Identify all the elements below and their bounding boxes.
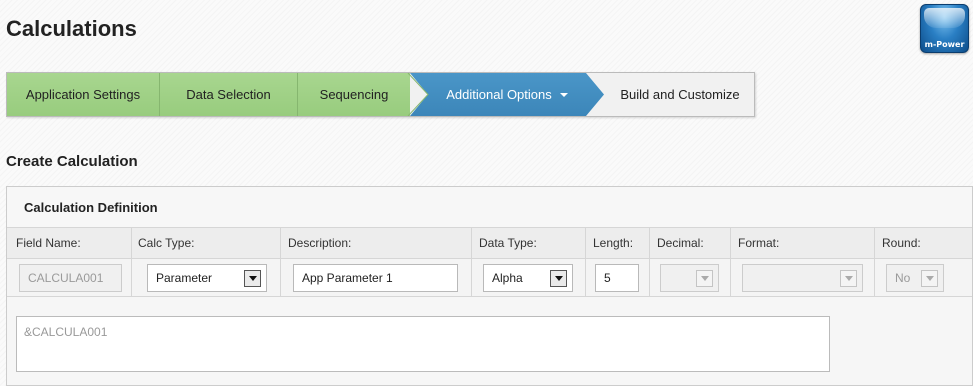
logo-text: m-Power (924, 40, 965, 49)
chevron-down-icon[interactable] (921, 270, 938, 287)
length-value: 5 (604, 271, 611, 285)
calc-type-label: Calc Type: (138, 236, 195, 250)
page-title: Calculations (6, 16, 137, 41)
step-label: Additional Options (446, 87, 552, 102)
logo-shine (924, 8, 965, 28)
chevron-down-icon (559, 92, 568, 97)
step-data-selection[interactable]: Data Selection (160, 73, 298, 116)
section-title: Create Calculation (6, 153, 138, 170)
format-select[interactable] (742, 264, 863, 292)
round-select[interactable]: No (886, 264, 944, 292)
field-name-label: Field Name: (16, 236, 81, 250)
column-divider (649, 228, 650, 297)
column-divider (730, 228, 731, 297)
chevron-down-icon[interactable] (840, 270, 857, 287)
step-label: Build and Customize (620, 87, 740, 102)
column-divider (874, 228, 875, 297)
column-divider (471, 228, 472, 297)
m-power-logo: m-Power (920, 4, 969, 53)
length-label: Length: (593, 236, 634, 250)
panel-title: Calculation Definition (24, 200, 158, 215)
column-divider (280, 228, 281, 297)
data-type-value: Alpha (492, 271, 523, 285)
step-label: Data Selection (186, 87, 271, 102)
field-name-input[interactable]: CALCULA001 (19, 264, 122, 292)
data-type-label: Data Type: (479, 236, 537, 250)
column-divider (585, 228, 586, 297)
data-type-select[interactable]: Alpha (483, 264, 573, 292)
calculation-definition-panel: Calculation Definition Field Name: Calc … (6, 186, 973, 386)
round-label: Round: (882, 236, 921, 250)
chevron-down-icon[interactable] (550, 270, 567, 287)
description-input[interactable]: App Parameter 1 (293, 264, 458, 292)
decimal-label: Decimal: (657, 236, 704, 250)
expression-value: &CALCULA001 (24, 325, 108, 339)
step-label: Sequencing (319, 87, 389, 102)
step-arrow-separator (407, 73, 429, 116)
wizard-steps: Application Settings Data Selection Sequ… (6, 72, 755, 117)
format-label: Format: (738, 236, 780, 250)
decimal-select[interactable] (660, 264, 719, 292)
calc-type-value: Parameter (156, 271, 213, 285)
calc-type-select[interactable]: Parameter (147, 264, 267, 292)
chevron-down-icon[interactable] (696, 270, 713, 287)
calculation-expression-textarea[interactable]: &CALCULA001 (16, 316, 830, 372)
panel-header: Calculation Definition (7, 187, 972, 228)
column-divider (131, 228, 132, 297)
length-input[interactable]: 5 (595, 264, 639, 292)
field-name-value: CALCULA001 (28, 271, 104, 285)
round-value: No (895, 271, 911, 285)
step-sequencing[interactable]: Sequencing (298, 73, 410, 116)
chevron-down-icon[interactable] (244, 270, 261, 287)
description-label: Description: (288, 236, 352, 250)
step-label: Application Settings (25, 87, 141, 102)
description-value: App Parameter 1 (302, 271, 393, 285)
step-build-and-customize[interactable]: Build and Customize (604, 73, 754, 116)
step-application-settings[interactable]: Application Settings (7, 73, 160, 116)
